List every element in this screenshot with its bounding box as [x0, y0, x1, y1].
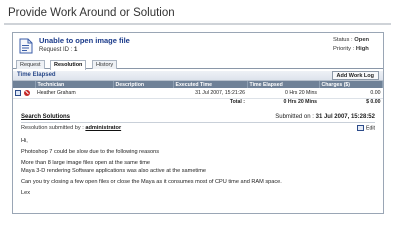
edit-label: Edit [366, 125, 375, 132]
col-description: Description [113, 81, 174, 88]
solution-section: Search Solutions Submitted on : 31 Jul 2… [13, 106, 383, 197]
tab-resolution[interactable]: Resolution [50, 60, 87, 70]
col-technician: Technician [35, 81, 114, 88]
page: Provide Work Around or Solution Unable t… [0, 0, 395, 222]
tab-request[interactable]: Request [16, 60, 45, 69]
cell-executed-time: 31 Jul 2007, 15:21:26 [173, 88, 247, 99]
status-value: Open [354, 37, 370, 43]
table-row: Heather Graham 31 Jul 2007, 15:21:26 0 H… [13, 88, 383, 99]
delete-icon[interactable] [24, 89, 30, 96]
add-work-log-button[interactable]: Add Work Log [331, 71, 379, 80]
total-charges: $ 0.00 [366, 99, 381, 106]
request-panel: Unable to open image file Request ID : 1… [12, 32, 384, 214]
total-label: Total : [229, 99, 245, 106]
resolution-text: Hi, Photoshop 7 could be slow due to the… [21, 137, 375, 197]
cell-time-elapsed: 0 Hrs 20 Mins [247, 88, 319, 99]
cell-charges: 0.00 [319, 88, 383, 99]
request-id-value: 1 [74, 47, 78, 53]
row-actions [13, 88, 35, 99]
status-label: Status : [333, 37, 353, 43]
tab-history[interactable]: History [92, 60, 118, 69]
cell-technician: Heather Graham [35, 88, 113, 99]
edit-icon[interactable] [15, 89, 21, 96]
col-executed-time: Executed Time [173, 81, 248, 88]
request-header: Unable to open image file Request ID : 1… [13, 33, 383, 59]
work-log-table: Technician Description Executed Time Tim… [13, 81, 383, 106]
total-row: Total : 0 Hrs 20 Mins $ 0.00 [13, 98, 383, 106]
resolution-paragraph: Hi, [21, 138, 28, 144]
resolution-paragraph: Can you try closing a few open files or … [21, 179, 282, 185]
resolution-paragraph: Photoshop 7 could be slow due to the fol… [21, 149, 160, 155]
search-solutions-link[interactable]: Search Solutions [21, 114, 70, 120]
cell-description [113, 88, 173, 99]
resolution-paragraph: Maya 3-D rendering Software applications… [21, 168, 206, 174]
col-actions [13, 81, 36, 88]
priority-value: High [355, 46, 369, 52]
submitted-label: Submitted on : [275, 114, 314, 120]
col-time-elapsed: Time Elapsed [247, 81, 320, 88]
time-elapsed-label: Time Elapsed [17, 72, 56, 78]
work-log-header-row: Technician Description Executed Time Tim… [13, 81, 383, 88]
resolution-submitted-by: Resolution submitted by : administrator … [21, 125, 375, 134]
time-elapsed-bar: Time Elapsed Add Work Log [13, 71, 383, 81]
resolution-by-label: Resolution submitted by : [21, 125, 84, 131]
edit-resolution-button[interactable]: Edit [357, 125, 375, 131]
tab-bar: Request Resolution History [13, 59, 383, 70]
request-id: Request ID : 1 [39, 47, 77, 53]
total-elapsed: 0 Hrs 20 Mins [283, 99, 317, 106]
status-block: Status : Open Priority : High [333, 36, 379, 54]
submitted-on: Submitted on : 31 Jul 2007, 15:28:52 [275, 114, 375, 120]
submitted-value: 31 Jul 2007, 15:28:52 [315, 114, 375, 120]
resolution-paragraph: More than 8 large image files open at th… [21, 160, 151, 166]
document-icon [19, 38, 33, 54]
edit-icon [357, 125, 365, 131]
request-title: Unable to open image file [39, 36, 130, 45]
col-charges: Charges ($) [319, 81, 383, 88]
title-divider [4, 23, 391, 25]
resolution-by-user[interactable]: administrator [85, 125, 121, 131]
resolution-paragraph: Lex [21, 190, 31, 196]
solution-header: Search Solutions Submitted on : 31 Jul 2… [21, 114, 375, 123]
request-id-label: Request ID : [39, 47, 73, 53]
page-title: Provide Work Around or Solution [8, 7, 175, 19]
priority-label: Priority : [333, 46, 355, 52]
